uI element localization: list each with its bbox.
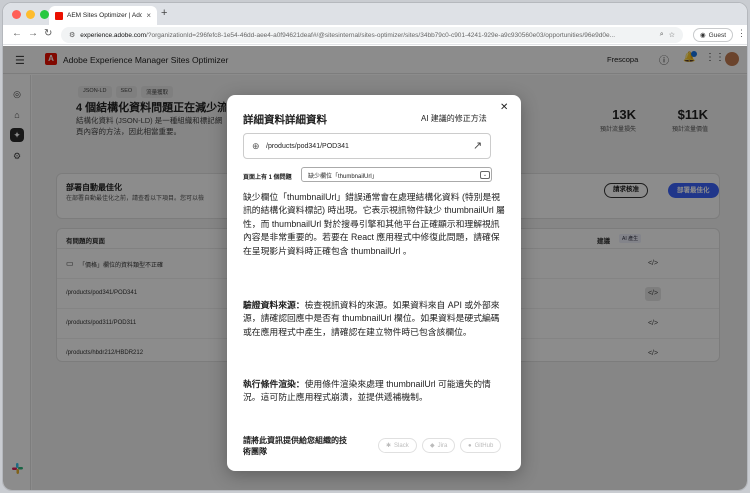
page-url: /products/pod341/POD341 <box>266 143 349 150</box>
github-icon: ● <box>468 442 472 449</box>
share-label: 請將此資訊提供給您組織的技術團隊 <box>243 436 347 456</box>
tab-ai-suggested-fix[interactable]: AI 建議的修正方法 <box>421 113 487 124</box>
globe-icon: ⊕ <box>252 141 260 151</box>
tab-title: AEM Sites Optimizer | Adob <box>67 12 143 19</box>
close-window-button[interactable] <box>12 10 21 19</box>
fix-explanation: 缺少欄位「thumbnailUrl」錯誤通常會在處理結構化資料 (特別是視訊的結… <box>243 192 505 256</box>
share-github-label: GitHub <box>474 442 494 449</box>
dialog-title: 詳細資料詳細資料 <box>243 114 327 126</box>
url-text: experience.adobe.com/?organizationId=296… <box>80 31 616 39</box>
share-github-button[interactable]: ● GitHub <box>460 438 502 453</box>
bookmark-star-icon[interactable]: ☆ <box>669 31 675 39</box>
share-slack-label: Slack <box>394 442 409 449</box>
guest-label: Guest <box>708 31 727 39</box>
close-icon[interactable]: ✕ <box>500 102 508 113</box>
new-tab-button[interactable]: + <box>161 7 167 19</box>
details-dialog: 詳細資料詳細資料 AI 建議的修正方法 ✕ ⊕ /products/pod341… <box>227 95 521 471</box>
guest-profile-button[interactable]: ◉ Guest <box>693 28 734 42</box>
jira-icon: ◆ <box>430 443 435 449</box>
share-slack-button[interactable]: ✱ Slack <box>378 438 417 453</box>
address-row: ← → ↻ ⚙ experience.adobe.com/?organizati… <box>3 25 747 45</box>
window-controls <box>12 10 49 19</box>
profile-icon: ◉ <box>700 32 706 39</box>
adobe-favicon-icon <box>55 11 63 20</box>
back-icon[interactable]: ← <box>12 28 22 39</box>
chevron-down-icon: ⌄ <box>480 171 490 179</box>
fix-step-verify-source: 驗證資料來源：檢查視訊資料的來源。如果資料來自 API 或外部來源，請確認回應中… <box>243 300 500 337</box>
fix-step-conditional-render: 執行條件渲染：使用條件渲染來處理 thumbnailUrl 可能遺失的情況。這可… <box>243 379 491 403</box>
zoom-icon[interactable]: ⌕ <box>660 31 664 39</box>
minimize-window-button[interactable] <box>26 10 35 19</box>
browser-tab-bar: AEM Sites Optimizer | Adob × + <box>3 3 747 25</box>
forward-icon[interactable]: → <box>28 28 38 39</box>
issue-count-label: 頁面上有 1 個問題 <box>243 175 292 181</box>
browser-window: AEM Sites Optimizer | Adob × + ← → ↻ ⚙ e… <box>2 2 748 491</box>
browser-tab[interactable]: AEM Sites Optimizer | Adob × <box>49 6 157 25</box>
issue-select[interactable]: 缺少欄位「thumbnailUrl」 ⌄ <box>301 167 492 182</box>
page-url-field: ⊕ /products/pod341/POD341 ↗ <box>243 133 491 159</box>
issue-select-value: 缺少欄位「thumbnailUrl」 <box>308 174 378 180</box>
tab-close-icon[interactable]: × <box>146 11 151 20</box>
external-link-icon[interactable]: ↗ <box>473 139 482 152</box>
share-jira-button[interactable]: ◆ Jira <box>422 438 456 453</box>
site-info-icon[interactable]: ⚙ <box>69 31 75 39</box>
share-jira-label: Jira <box>437 442 448 449</box>
address-bar[interactable]: ⚙ experience.adobe.com/?organizationId=2… <box>61 27 683 43</box>
maximize-window-button[interactable] <box>40 10 49 19</box>
browser-menu-icon[interactable]: ⋮ <box>737 28 746 39</box>
slack-icon: ✱ <box>386 443 392 449</box>
reload-icon[interactable]: ↻ <box>44 28 52 39</box>
